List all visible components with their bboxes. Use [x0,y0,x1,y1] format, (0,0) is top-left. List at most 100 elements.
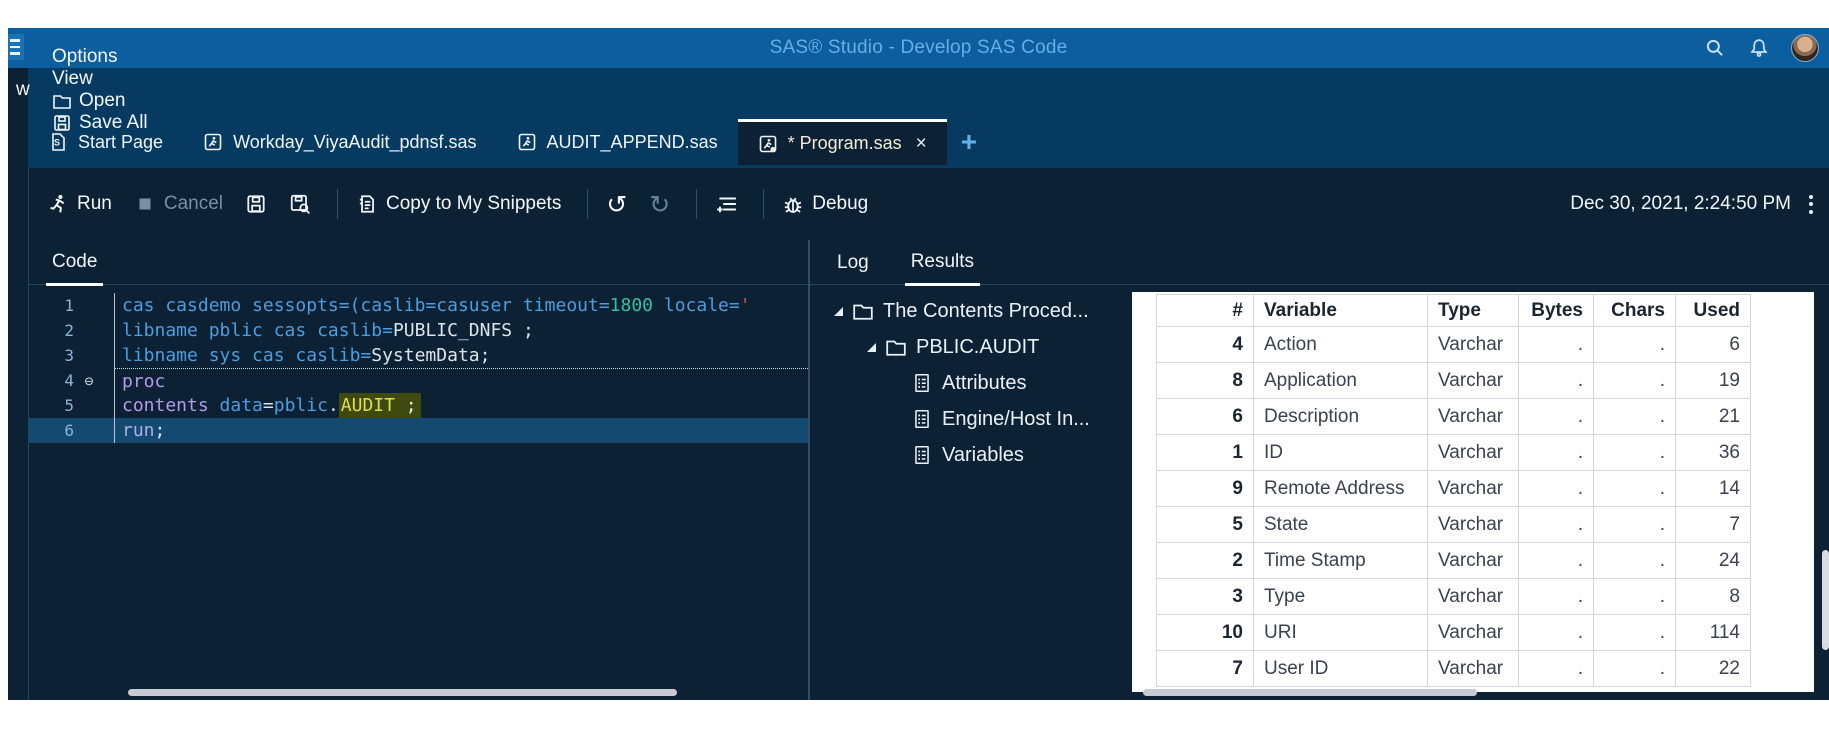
format-code-button[interactable] [715,193,737,215]
table-row: 2 Time Stamp Varchar.. 24 [1156,542,1751,579]
undo-button[interactable]: ↺ [606,192,627,217]
document-tab-audit-append-sas[interactable]: AUDIT_APPEND.sas [497,119,738,165]
code-line-4[interactable]: 4 ⊖ proc [28,368,808,393]
program-modified-icon [758,134,778,154]
run-icon [47,193,69,215]
menu-item-open[interactable]: Open [52,90,148,112]
last-run-timestamp: Dec 30, 2021, 2:24:50 PM [1570,193,1791,214]
code-editor[interactable]: 1 cas casdemo sessopts=(caslib=casuser ti… [28,285,808,693]
code-text: libname sys cas caslib=SystemData; [114,343,808,368]
table-row: 5 State Varchar.. 7 [1156,506,1751,543]
column-header-Chars: Chars [1593,294,1676,327]
results-horizontal-scrollbar[interactable] [1143,689,1477,696]
debug-bug-icon [782,193,804,215]
menu-item-partial[interactable]: w [16,79,30,101]
document-tab-workday-viyaaudit-pdnsf-sas[interactable]: Workday_ViyaAudit_pdnsf.sas [183,119,496,165]
toolbar-separator [696,189,698,219]
menu-bar: w Options View Open Save All [8,46,1829,133]
title-bar: SAS® Studio - Develop SAS Code [8,28,1829,68]
cancel-button[interactable]: Cancel [134,193,223,215]
code-text: contents data=pblic. AUDIT ; [114,393,808,419]
table-row: 10 URI Varchar.. 114 [1156,614,1751,651]
content-area: Run Cancel Copy to My Snippets ↺ ↻ Debug Dec … [8,168,1829,700]
results-vertical-scrollbar[interactable] [1822,550,1829,650]
column-header-Used: Used [1675,294,1751,327]
code-pane: Code 1 cas casdemo sessopts=(caslib=casus… [28,240,808,700]
code-line-6[interactable]: 6 run; [28,418,808,443]
program-icon [203,132,223,152]
menu-item-view[interactable]: View [52,68,148,90]
fold-gutter [74,318,104,343]
split-panes: Code 1 cas casdemo sessopts=(caslib=casus… [8,240,1829,700]
bell-icon[interactable] [1747,36,1771,60]
redo-button[interactable]: ↻ [649,192,670,217]
app-title: SAS® Studio - Develop SAS Code [769,37,1068,58]
folder-icon [52,91,72,111]
fold-gutter [74,418,104,443]
run-button[interactable]: Run [47,193,112,215]
toolbar-separator [337,189,339,219]
code-horizontal-scrollbar[interactable] [128,689,677,696]
document-tab-bar: S Start Page Workday_ViyaAudit_pdnsf.sas AU… [28,119,991,165]
table-row: 8 Application Varchar.. 19 [1156,362,1751,399]
tab-code[interactable]: Code [46,251,104,286]
column-header-Variable: Variable [1253,294,1428,327]
table-row: 9 Remote Address Varchar.. 14 [1156,470,1751,507]
search-icon[interactable] [1703,36,1727,60]
cancel-icon [134,193,156,215]
folder-icon [852,300,874,322]
line-number: 1 [64,296,74,315]
table-row: 4 Action Varchar.. 6 [1156,326,1751,363]
document-tab-start-page[interactable]: S Start Page [28,119,183,165]
redo-icon: ↻ [649,189,671,219]
code-text: proc [114,368,808,393]
fold-gutter [74,293,104,318]
program-icon [517,132,537,152]
start-page-icon: S [48,132,68,152]
copy-to-my-snippets-button[interactable]: Copy to My Snippets [356,193,561,215]
code-text: cas casdemo sessopts=(caslib=casuser tim… [114,293,808,318]
close-tab-icon[interactable]: × [916,133,927,155]
results-pane-header: Log Results [810,240,1829,286]
table-row: 1 ID Varchar.. 36 [1156,434,1751,471]
toolbar-separator [587,189,589,219]
more-options-icon[interactable] [1805,191,1817,218]
code-text: libname pblic cas caslib=PUBLIC_DNFS ; [114,318,808,343]
save-button[interactable] [245,193,267,215]
format-code-icon [715,193,737,215]
doc-list-icon [911,408,933,430]
line-number: 5 [64,396,74,415]
svg-text:S: S [54,138,60,148]
variables-table: # Variable Type Bytes Chars Used 4 Action Varcha… [1156,294,1751,687]
code-line-2[interactable]: 2 libname pblic cas caslib=PUBLIC_DNFS ; [28,318,808,343]
toolbar-separator [763,189,765,219]
code-line-1[interactable]: 1 cas casdemo sessopts=(caslib=casuser ti… [28,293,808,318]
tab-log[interactable]: Log [831,252,875,284]
doc-list-icon [911,444,933,466]
line-number: 3 [64,346,74,365]
table-row: 7 User ID Varchar.. 22 [1156,650,1751,687]
save-as-button[interactable] [289,193,311,215]
table-row: 3 Type Varchar.. 8 [1156,578,1751,615]
expander-triangle-icon[interactable] [834,306,843,316]
save-as-icon [289,193,311,215]
sas-studio-window: SAS® Studio - Develop SAS Code w Options… [8,28,1829,700]
expander-triangle-icon[interactable] [867,342,876,352]
fold-gutter [74,393,104,418]
line-number: 6 [64,421,74,440]
document-tab--program-sas[interactable]: * Program.sas × [737,119,947,165]
debug-button[interactable]: Debug [782,193,868,215]
menu-item-options[interactable]: Options [52,46,148,68]
copy-snippet-icon [356,193,378,215]
fold-collapse-icon[interactable]: ⊖ [74,368,104,393]
tab-results[interactable]: Results [904,251,981,286]
code-line-5[interactable]: 5 contents data=pblic. AUDIT ; [28,393,808,419]
column-header-Type: Type [1427,294,1519,327]
code-line-3[interactable]: 3 libname sys cas caslib=SystemData; [28,343,808,368]
folder-icon [885,336,907,358]
undo-icon: ↺ [606,189,628,219]
user-avatar[interactable] [1791,34,1819,62]
new-tab-button[interactable]: + [947,119,991,165]
code-text: run; [114,418,808,443]
fold-gutter [74,343,104,368]
